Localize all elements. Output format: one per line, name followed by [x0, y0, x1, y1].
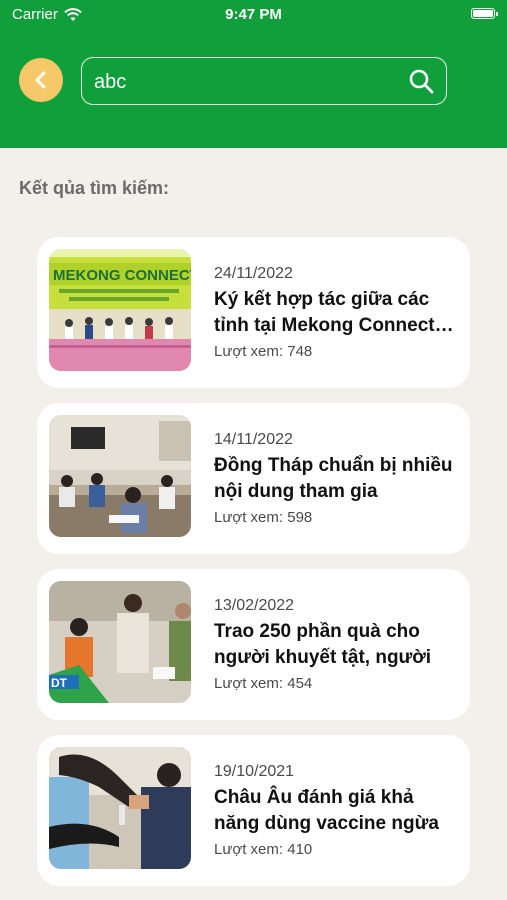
- result-card[interactable]: 14/11/2022 Đồng Tháp chuẩn bị nhiều nội …: [37, 403, 470, 554]
- result-date: 14/11/2022: [214, 431, 293, 448]
- thumb-logo-text: DT: [51, 676, 68, 690]
- result-title: Đồng Tháp chuẩn bị nhiều nội dung tham g…: [214, 455, 453, 502]
- result-date: 24/11/2022: [214, 265, 293, 282]
- result-card[interactable]: DT 13/02/2022 Trao 250 phần quà cho ngườ…: [37, 569, 470, 720]
- thumbnail-image: [49, 747, 191, 869]
- thumbnail-image: DT: [49, 581, 191, 703]
- result-title: Trao 250 phần quà cho người khuyết tật, …: [214, 621, 432, 668]
- result-date: 13/02/2022: [214, 597, 295, 614]
- thumbnail-image: MEKONG CONNECT 2: [49, 249, 191, 371]
- search-input[interactable]: [92, 66, 396, 98]
- status-bar: Carrier 9:47 PM: [0, 0, 507, 30]
- result-views: Lượt xem: 454: [214, 675, 313, 692]
- back-button[interactable]: [19, 58, 63, 102]
- result-date: 19/10/2021: [214, 763, 295, 780]
- battery-icon: [471, 8, 498, 19]
- status-time: 9:47 PM: [225, 6, 282, 23]
- results-label: Kết qủa tìm kiếm:: [19, 178, 170, 198]
- chevron-left-icon: [35, 71, 46, 89]
- result-card[interactable]: MEKONG CONNECT 2 24/11/2022 Ký kết hợp t…: [37, 237, 470, 388]
- result-views: Lượt xem: 410: [214, 841, 313, 858]
- result-title: Ký kết hợp tác giữa các tỉnh tại Mekong …: [214, 289, 435, 336]
- result-title: Châu Âu đánh giá khả năng dùng vaccine n…: [214, 787, 439, 834]
- thumbnail-image: [49, 415, 191, 537]
- result-views: Lượt xem: 748: [214, 343, 313, 360]
- result-views: Lượt xem: 598: [214, 509, 313, 526]
- search-field[interactable]: [81, 57, 447, 105]
- search-icon[interactable]: [408, 68, 434, 94]
- thumb-brand-text: MEKONG CONNECT 2: [53, 267, 191, 284]
- result-card[interactable]: 19/10/2021 Châu Âu đánh giá khả năng dùn…: [37, 735, 470, 886]
